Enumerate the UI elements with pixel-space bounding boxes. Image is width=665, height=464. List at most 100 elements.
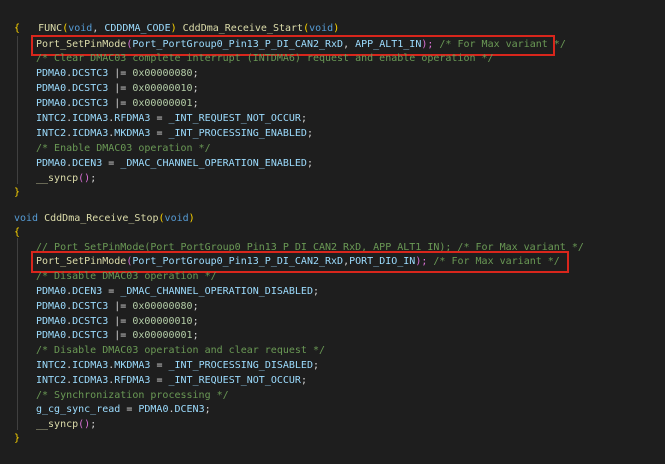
code-line: PDMA0.DCSTC3 |= 0x00000080; — [36, 301, 199, 312]
paren: ) — [170, 23, 183, 34]
number-literal: 0x00000001 — [132, 98, 193, 109]
number-literal: 0x00000010 — [132, 316, 193, 327]
separator: , — [343, 39, 356, 50]
paren: ) — [333, 23, 340, 34]
register-field: ICDMA3 — [72, 360, 109, 371]
paren: ); — [421, 39, 434, 50]
paren: () — [78, 419, 91, 430]
register: INTC2 — [36, 128, 67, 139]
register-field: DCSTC3 — [72, 98, 109, 109]
code-line: PDMA0.DCEN3 = _DMAC_CHANNEL_OPERATION_DI… — [36, 286, 319, 297]
comment: /* Enable DMAC03 operation */ — [36, 143, 211, 154]
function-call: Port_SetPinMode — [36, 256, 127, 267]
number-literal: 0x00000080 — [132, 301, 193, 312]
code-line: /* Disable DMAC03 operation and clear re… — [14, 344, 325, 358]
brace: } — [14, 187, 21, 198]
constant: _DMAC_CHANNEL_OPERATION_DISABLED — [120, 286, 313, 297]
code-line: PDMA0.DCEN3 = _DMAC_CHANNEL_OPERATION_EN… — [36, 158, 313, 169]
constant: _DMAC_CHANNEL_OPERATION_ENABLED — [120, 158, 307, 169]
constant: _INT_REQUEST_NOT_OCCUR — [168, 113, 301, 124]
register-field: RFDMA3 — [114, 113, 151, 124]
register: INTC2 — [36, 113, 67, 124]
code-line: { — [14, 22, 20, 36]
keyword-token: void — [68, 23, 93, 34]
constant: _INT_PROCESSING_ENABLED — [168, 128, 307, 139]
register-field: ICDMA3 — [72, 113, 109, 124]
function-name: CddDma_Receive_Stop — [44, 213, 159, 224]
register-field: DCEN3 — [174, 404, 205, 415]
register: PDMA0 — [138, 404, 169, 415]
code-line: PDMA0.DCSTC3 |= 0x00000001; — [36, 330, 199, 341]
argument: Port_PortGroup0_Pin13_P_DI_CAN2_RxD — [132, 39, 344, 50]
argument: Port_PortGroup0_Pin13_P_DI_CAN2_RxD — [132, 256, 344, 267]
register-field: DCSTC3 — [72, 68, 109, 79]
code-editor[interactable]: FUNC(void, CDDDMA_CODE) CddDma_Receive_S… — [0, 0, 665, 464]
code-line: } — [14, 432, 20, 446]
argument: PORT_DIO_IN — [349, 256, 416, 267]
separator: , — [92, 23, 105, 34]
code-line: PDMA0.DCSTC3 |= 0x00000010; — [36, 83, 199, 94]
brace: { — [14, 227, 21, 238]
number-literal: 0x00000080 — [132, 68, 193, 79]
comment: /* Disable DMAC03 operation and clear re… — [36, 345, 325, 356]
number-literal: 0x00000001 — [132, 330, 193, 341]
code-line: INTC2.ICDMA3.MKDMA3 = _INT_PROCESSING_EN… — [36, 128, 313, 139]
comment: /* For Max variant */ — [427, 256, 560, 267]
register: PDMA0 — [36, 301, 67, 312]
comment: /* Clear DMAC03 complete interrupt (INTD… — [36, 53, 494, 64]
register-field: MKDMA3 — [114, 360, 151, 371]
code-line: INTC2.ICDMA3.MKDMA3 = _INT_PROCESSING_DI… — [36, 360, 320, 371]
comment: /* Synchronization processing */ — [36, 390, 229, 401]
register-field: DCEN3 — [72, 286, 103, 297]
constant: _INT_PROCESSING_DISABLED — [168, 360, 313, 371]
code-line: FUNC(void, CDDDMA_CODE) CddDma_Receive_S… — [14, 8, 339, 34]
code-line: } — [14, 186, 20, 200]
code-line: /* Disable DMAC03 operation */ — [14, 270, 217, 284]
function-name: CddDma_Receive_Start — [182, 23, 304, 34]
macro-token: FUNC — [38, 23, 63, 34]
paren: ); — [415, 256, 428, 267]
function-call: __syncp — [36, 419, 79, 430]
code-line: /* Synchronization processing */ — [14, 389, 229, 403]
code-line: PDMA0.DCSTC3 |= 0x00000001; — [36, 98, 199, 109]
register: PDMA0 — [36, 316, 67, 327]
function-call: Port_SetPinMode — [36, 39, 127, 50]
code-line: __syncp(); — [36, 419, 97, 430]
register-field: DCSTC3 — [72, 316, 109, 327]
comment: /* Disable DMAC03 operation */ — [36, 271, 217, 282]
code-line: __syncp(); — [36, 173, 97, 184]
register: PDMA0 — [36, 158, 67, 169]
register-field: DCEN3 — [72, 158, 103, 169]
code-line: { — [14, 226, 20, 240]
code-line: Port_SetPinMode(Port_PortGroup0_Pin13_P_… — [14, 38, 566, 52]
register: PDMA0 — [36, 83, 67, 94]
macro-token: CDDDMA_CODE — [104, 23, 171, 34]
code-line: INTC2.ICDMA3.RFDMA3 = _INT_REQUEST_NOT_O… — [36, 375, 307, 386]
paren: ) — [188, 213, 195, 224]
keyword-token: void — [309, 23, 334, 34]
code-line: void CddDma_Receive_Stop(void) — [14, 212, 195, 226]
code-line: INTC2.ICDMA3.RFDMA3 = _INT_REQUEST_NOT_O… — [36, 113, 307, 124]
register-field: RFDMA3 — [114, 375, 151, 386]
brace: { — [14, 23, 21, 34]
register-field: ICDMA3 — [72, 128, 109, 139]
code-line: /* Clear DMAC03 complete interrupt (INTD… — [14, 52, 494, 66]
keyword-token: void — [14, 213, 39, 224]
paren: () — [78, 173, 91, 184]
code-line: g_cg_sync_read = PDMA0.DCEN3; — [36, 404, 211, 415]
function-call: __syncp — [36, 173, 79, 184]
constant: _INT_REQUEST_NOT_OCCUR — [168, 375, 301, 386]
code-line: PDMA0.DCSTC3 |= 0x00000010; — [36, 316, 199, 327]
register: PDMA0 — [36, 98, 67, 109]
code-line: Port_SetPinMode(Port_PortGroup0_Pin13_P_… — [14, 255, 560, 269]
keyword-token: void — [164, 213, 189, 224]
register-field: DCSTC3 — [72, 301, 109, 312]
register: PDMA0 — [36, 68, 67, 79]
register-field: ICDMA3 — [72, 375, 109, 386]
register-field: DCSTC3 — [72, 330, 109, 341]
register-field: MKDMA3 — [114, 128, 151, 139]
brace: } — [14, 433, 21, 444]
register: INTC2 — [36, 375, 67, 386]
variable: g_cg_sync_read — [36, 404, 121, 415]
argument: APP_ALT1_IN — [355, 39, 422, 50]
